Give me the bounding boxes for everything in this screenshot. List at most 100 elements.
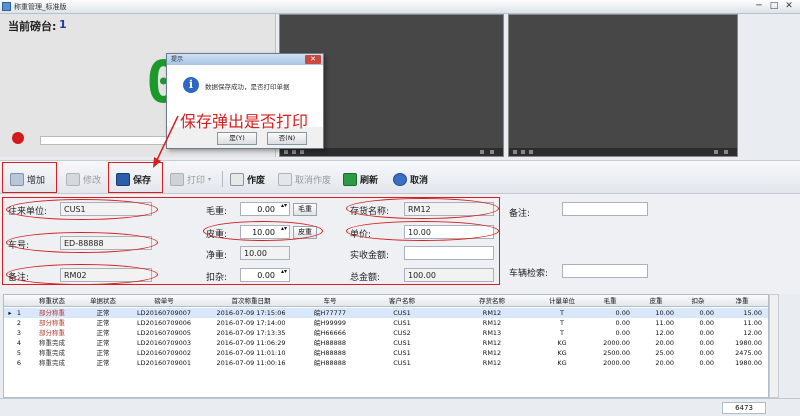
cell-doc: 正常 xyxy=(96,319,110,327)
save-icon xyxy=(116,172,130,186)
grid-scrollbar[interactable] xyxy=(769,294,779,398)
cell-gross: 2000.00 xyxy=(603,339,630,347)
cell-doc: 正常 xyxy=(96,329,110,337)
dialog-no-button[interactable]: 否(N) xyxy=(267,132,307,145)
cell-net: 1980.00 xyxy=(735,359,762,367)
column-header[interactable]: 磅单号 xyxy=(128,295,200,307)
right-blank-area xyxy=(740,14,800,157)
add-button[interactable]: 增加 xyxy=(10,170,45,188)
table-row[interactable]: ▸ 1 部分称重 正常 LD20160709007 2016-07-09 17:15:06… xyxy=(4,308,768,318)
cell-plate: 皖H88888 xyxy=(313,359,347,367)
cell-item: RM12 xyxy=(482,319,502,327)
bill-grid: 称重状态 单据状态 磅单号 首次称重日期 车号 客户名称 存货名称 计量单位 毛… xyxy=(3,294,769,398)
cell-net: 15.00 xyxy=(743,309,762,317)
cell-cust: CUS2 xyxy=(393,329,411,337)
cell-gross: 2500.00 xyxy=(603,349,630,357)
toolbar: 增加 修改 保存 打印 ▾ 作废 取消作废 刷新 取消 xyxy=(0,160,800,194)
column-header[interactable]: 存货名称 xyxy=(446,295,538,307)
column-header[interactable]: 称重状态 xyxy=(26,295,78,307)
dialog-yes-button[interactable]: 是(Y) xyxy=(217,132,257,145)
cell-plate: 皖H88888 xyxy=(313,339,347,347)
cell-cust: CUS1 xyxy=(393,359,411,367)
total-count: 6473 xyxy=(722,402,766,414)
dialog-title: 提示 xyxy=(167,54,323,65)
cell-deduct: 0.00 xyxy=(699,319,714,327)
edit-icon xyxy=(66,172,80,186)
print-dropdown-icon[interactable]: ▾ xyxy=(208,176,211,183)
cancel-label: 取消 xyxy=(410,175,429,186)
cell-unit: T xyxy=(560,319,564,327)
table-row[interactable]: 6 称重完成 正常 LD20160709001 2016-07-09 11:00:16 皖… xyxy=(4,358,768,368)
row-number: 1 xyxy=(16,309,22,317)
save-button[interactable]: 保存 xyxy=(116,170,151,188)
unvoid-button[interactable]: 取消作废 xyxy=(278,170,331,188)
cell-unit: KG xyxy=(557,359,567,367)
cell-doc: 正常 xyxy=(96,359,110,367)
annotation-ellipse xyxy=(6,232,158,253)
print-label: 打印 xyxy=(187,175,206,186)
cell-cust: CUS1 xyxy=(393,349,411,357)
refresh-label: 刷新 xyxy=(360,175,379,186)
print-button[interactable]: 打印 ▾ xyxy=(170,170,211,188)
cell-plate: 皖H66666 xyxy=(313,329,347,337)
table-row[interactable]: 4 称重完成 正常 LD20160709003 2016-07-09 11:06:29 皖… xyxy=(4,338,768,348)
column-header[interactable]: 车号 xyxy=(302,295,358,307)
annotation-ellipse xyxy=(6,264,158,285)
minimize-button[interactable]: ─ xyxy=(752,1,766,12)
column-header[interactable]: 净重 xyxy=(718,295,766,307)
cell-plate: 皖H99999 xyxy=(313,319,347,327)
refresh-button[interactable]: 刷新 xyxy=(343,170,378,188)
unvoid-icon xyxy=(278,172,292,186)
table-row[interactable]: 3 部分称重 正常 LD20160709005 2016-07-09 17:13:35 皖… xyxy=(4,328,768,338)
cell-gross: 0.00 xyxy=(615,309,630,317)
info-icon: i xyxy=(183,77,199,93)
app-icon xyxy=(2,2,11,11)
column-header[interactable]: 计量单位 xyxy=(538,295,586,307)
cell-deduct: 0.00 xyxy=(699,329,714,337)
cell-net: 1980.00 xyxy=(735,339,762,347)
row-number: 6 xyxy=(16,359,22,367)
status-dot-icon xyxy=(12,132,24,144)
cell-tare: 12.00 xyxy=(655,329,674,337)
print-icon xyxy=(170,172,184,186)
camera-controls[interactable] xyxy=(280,148,503,156)
cell-plate: 皖H88888 xyxy=(313,349,347,357)
dialog-message: 数据保存成功，是否打印单据 xyxy=(205,83,290,91)
cell-tare: 11.00 xyxy=(655,319,674,327)
cell-item: RM12 xyxy=(482,309,502,317)
column-header[interactable]: 毛重 xyxy=(586,295,634,307)
column-header[interactable]: 单据状态 xyxy=(78,295,128,307)
camera-view-2 xyxy=(508,14,738,157)
add-icon xyxy=(10,172,24,186)
cell-tare: 20.00 xyxy=(655,339,674,347)
add-label: 增加 xyxy=(27,175,46,186)
camera-controls[interactable] xyxy=(509,148,737,156)
close-window-button[interactable]: ✕ xyxy=(782,1,796,12)
annotation-ellipse xyxy=(203,221,323,241)
cell-date: 2016-07-09 11:00:16 xyxy=(216,359,286,367)
edit-button[interactable]: 修改 xyxy=(66,170,101,188)
edit-label: 修改 xyxy=(83,175,102,186)
cell-no: LD20160709007 xyxy=(136,309,192,317)
cell-cust: CUS1 xyxy=(393,339,411,347)
cell-status: 部分称重 xyxy=(39,329,65,337)
column-header[interactable]: 扣杂 xyxy=(678,295,718,307)
cell-no: LD20160709001 xyxy=(136,359,192,367)
cancel-icon xyxy=(393,172,407,186)
column-header[interactable]: 客户名称 xyxy=(358,295,446,307)
cell-status: 称重完成 xyxy=(39,359,65,367)
maximize-button[interactable]: □ xyxy=(767,1,781,12)
dialog-close-icon[interactable]: ✕ xyxy=(305,55,321,64)
annotation-ellipse xyxy=(346,198,499,219)
table-row[interactable]: 2 部分称重 正常 LD20160709006 2016-07-09 17:14:00 皖… xyxy=(4,318,768,328)
column-header[interactable]: 皮重 xyxy=(634,295,678,307)
void-button[interactable]: 作废 xyxy=(230,170,265,188)
note-field[interactable] xyxy=(562,202,648,216)
table-row[interactable]: 5 称重完成 正常 LD20160709002 2016-07-09 11:01:10 皖… xyxy=(4,348,768,358)
cell-status: 部分称重 xyxy=(39,319,65,327)
cell-unit: T xyxy=(560,309,564,317)
cell-doc: 正常 xyxy=(96,339,110,347)
column-header[interactable]: 首次称重日期 xyxy=(200,295,302,307)
cancel-button[interactable]: 取消 xyxy=(393,170,428,188)
vehicle-search-input[interactable] xyxy=(562,264,648,278)
